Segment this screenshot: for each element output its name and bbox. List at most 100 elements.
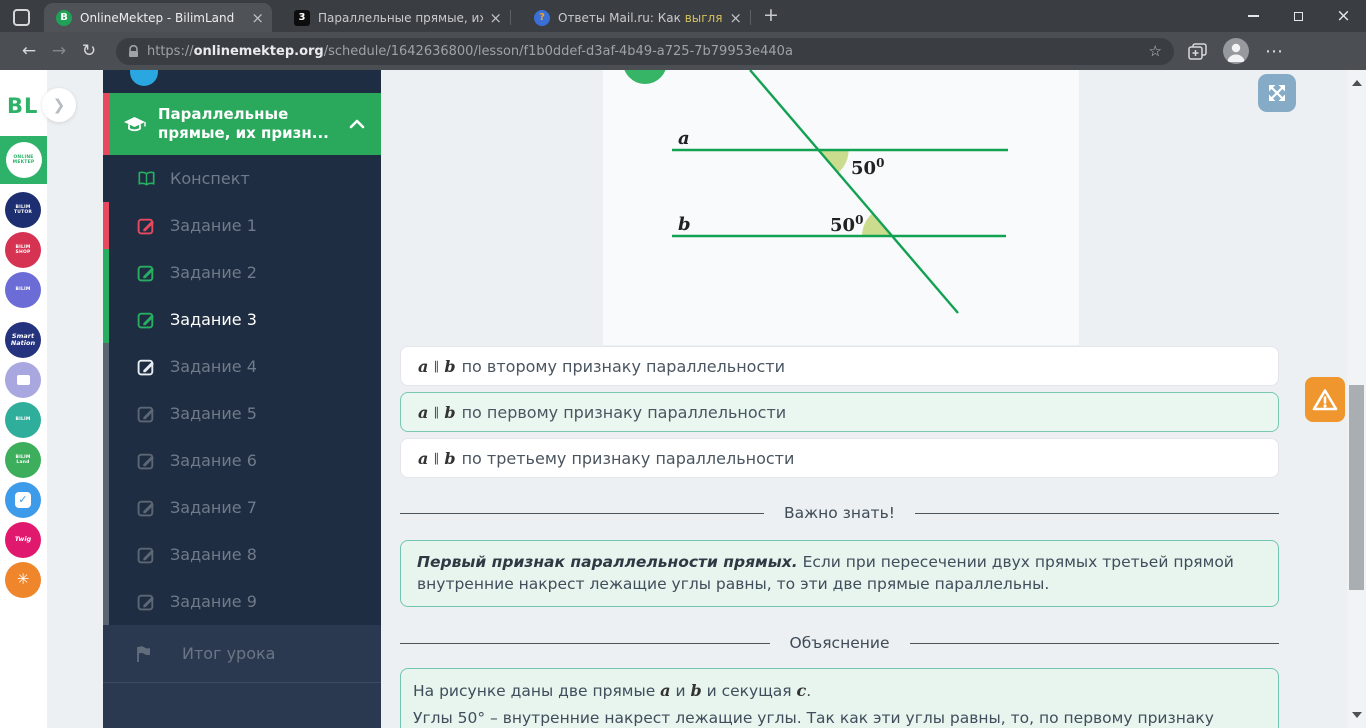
sidebar-item-zadanie-2[interactable]: Задание 2 <box>103 249 381 296</box>
tab-search-icon[interactable] <box>13 9 30 26</box>
new-tab-button[interactable]: + <box>758 2 784 28</box>
collapse-chevron-icon[interactable] <box>349 119 365 129</box>
scroll-up-arrow[interactable] <box>1352 80 1362 86</box>
explanation-line-1: На рисунке даны две прямые a и b и секущ… <box>413 681 812 700</box>
heading-text: Объяснение <box>789 634 890 652</box>
tab-close-icon[interactable]: × <box>251 9 264 27</box>
status-stripe-correct <box>103 249 109 296</box>
app-icon-bilim-cards[interactable] <box>5 362 41 398</box>
restore-button[interactable] <box>1276 0 1321 32</box>
tab-onlinemektep[interactable]: B OnlineMektep - BilimLand × <box>44 3 272 32</box>
page-scrollbar[interactable] <box>1347 70 1366 728</box>
fullscreen-button[interactable] <box>1258 74 1296 112</box>
edit-icon <box>137 406 154 423</box>
edit-icon <box>137 547 154 564</box>
app-icon-bilim-tutor[interactable]: BILIM TUTOR <box>5 192 41 228</box>
tab-title: OnlineMektep - BilimLand <box>80 10 235 25</box>
expand-icon <box>1269 85 1285 101</box>
edit-icon <box>137 218 154 235</box>
status-stripe-wrong <box>103 202 109 249</box>
section-heading-important: Важно знать! <box>400 504 1279 522</box>
browser-menu-button[interactable]: ⋯ <box>1265 41 1283 62</box>
tab-separator <box>750 10 751 25</box>
reload-button[interactable]: ↻ <box>74 41 104 61</box>
page-content: BL ONLINE MEKTEP BILIM TUTOR BILIM SHOP BIL… <box>0 70 1366 728</box>
sidebar-item-zadanie-1[interactable]: Задание 1 <box>103 202 381 249</box>
minimize-button[interactable] <box>1231 0 1276 32</box>
app-icon-bilim-college[interactable]: BILIM <box>5 402 41 438</box>
answer-option-1[interactable]: a ∥ b по второму признаку параллельности <box>400 346 1279 386</box>
status-stripe-pending <box>103 531 109 578</box>
scroll-thumb[interactable] <box>1349 385 1364 590</box>
card-icon <box>16 375 30 385</box>
lesson-nav: Конспект Задание 1 Задание 2 Задание 3 З… <box>103 155 381 625</box>
sidebar-item-zadanie-3[interactable]: Задание 3 <box>103 296 381 343</box>
explanation-card: На рисунке даны две прямые a и b и секущ… <box>400 668 1279 728</box>
lock-icon <box>129 44 138 57</box>
parallel-symbol: ∥ <box>433 405 440 419</box>
angle-label-bottom: 500 <box>830 213 863 236</box>
sidebar-item-zadanie-8[interactable]: Задание 8 <box>103 531 381 578</box>
sidebar-item-zadanie-7[interactable]: Задание 7 <box>103 484 381 531</box>
edit-icon <box>137 500 154 517</box>
bookmark-star-icon[interactable]: ☆ <box>1149 42 1162 60</box>
parallel-symbol: ∥ <box>433 359 440 373</box>
edit-icon <box>137 359 154 376</box>
close-button[interactable]: × <box>1321 0 1366 32</box>
strip-expand-chevron[interactable]: ❯ <box>42 88 76 122</box>
profile-avatar[interactable] <box>1223 38 1249 64</box>
section-heading-explanation: Объяснение <box>400 634 1280 652</box>
check-icon: ✓ <box>15 492 31 508</box>
browser-window: B OnlineMektep - BilimLand × 3 Параллель… <box>0 0 1366 728</box>
app-icon-bilim-land[interactable]: BILIM Land <box>5 442 41 478</box>
sidebar-footer: Итог урока <box>103 625 381 728</box>
warning-button[interactable] <box>1305 377 1345 422</box>
collections-icon[interactable] <box>1188 42 1207 60</box>
forward-button[interactable]: → <box>44 41 74 61</box>
parallel-symbol: ∥ <box>433 451 440 465</box>
app-icon-test[interactable]: ✓ <box>5 482 41 518</box>
sidebar-item-konspekt[interactable]: Конспект <box>103 155 381 202</box>
warning-triangle-icon <box>1312 388 1338 410</box>
tab-mailru[interactable]: ? Ответы Mail.ru: Как выглядит зн × <box>522 3 751 32</box>
sidebar-item-zadanie-6[interactable]: Задание 6 <box>103 437 381 484</box>
header-accent-stripe <box>103 93 109 155</box>
tab-lesson[interactable]: 3 Параллельные прямые, их при × <box>282 3 511 32</box>
tab-close-icon[interactable]: × <box>729 9 742 27</box>
back-button[interactable]: ← <box>14 41 44 61</box>
lesson-header[interactable]: Параллельные прямые, их призн... <box>103 93 381 155</box>
status-stripe-pending <box>103 437 109 484</box>
sidebar-item-zadanie-4[interactable]: Задание 4 <box>103 343 381 390</box>
status-stripe-pending <box>103 390 109 437</box>
sidebar-item-itog-uroka[interactable]: Итог урока <box>103 625 381 682</box>
mailru-favicon: ? <box>534 9 550 26</box>
answer-option-3[interactable]: a ∥ b по третьему признаку параллельности <box>400 438 1279 478</box>
divider-line <box>400 512 765 514</box>
diagram-panel: a b 500 500 <box>603 70 1079 345</box>
scroll-down-arrow[interactable] <box>1352 712 1362 718</box>
app-icon-imektep[interactable]: ✳ <box>5 562 41 598</box>
browser-toolbar: ← → ↻ https://onlinemektep.org/schedule/… <box>0 32 1366 70</box>
app-icon-smart-nation[interactable]: Smart Nation <box>5 322 41 358</box>
address-bar[interactable]: https://onlinemektep.org/schedule/164263… <box>116 37 1174 65</box>
previous-item-icon <box>130 70 158 86</box>
app-list: BILIM TUTOR BILIM SHOP BILIM Smart Nation B… <box>5 192 41 598</box>
app-strip: BL ONLINE MEKTEP BILIM TUTOR BILIM SHOP BIL… <box>0 70 47 728</box>
tab-close-icon[interactable]: × <box>489 9 502 27</box>
edit-icon <box>137 265 154 282</box>
close-icon: × <box>1336 5 1351 26</box>
restore-icon <box>1294 11 1303 21</box>
rule-title: Первый признак параллельности прямых. <box>417 553 798 571</box>
angle-label-top: 500 <box>851 156 884 179</box>
sidebar-item-zadanie-5[interactable]: Задание 5 <box>103 390 381 437</box>
status-stripe-pending <box>103 343 109 390</box>
person-icon <box>1227 43 1245 62</box>
book-icon <box>138 171 155 186</box>
explanation-line-2: Углы 50° – внутренние накрест лежащие уг… <box>413 709 1214 727</box>
app-icon-bilim-media[interactable]: BILIM <box>5 272 41 308</box>
answer-option-2-selected[interactable]: a ∥ b по первому признаку параллельности <box>400 392 1279 432</box>
sidebar-item-zadanie-9[interactable]: Задание 9 <box>103 578 381 625</box>
app-icon-bilim-shop[interactable]: BILIM SHOP <box>5 232 41 268</box>
app-icon-twig[interactable]: Twig <box>5 522 41 558</box>
app-onlinemektep-tile[interactable]: ONLINE MEKTEP <box>0 136 47 184</box>
